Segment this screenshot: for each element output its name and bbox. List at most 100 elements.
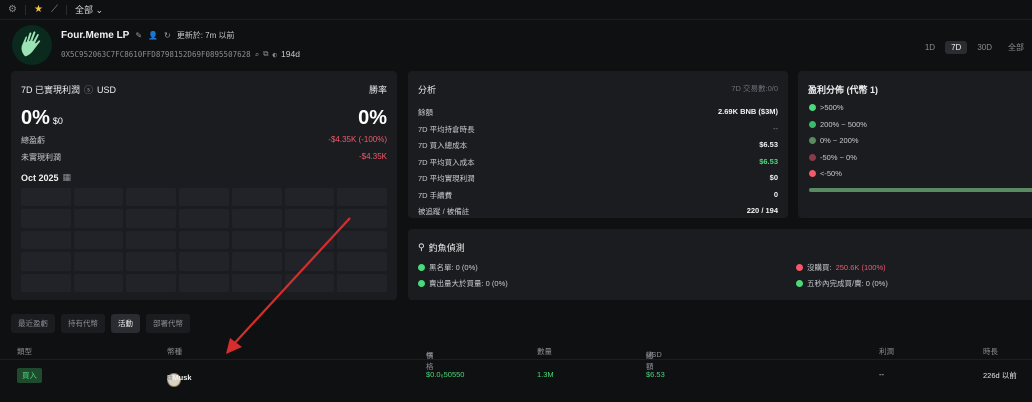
analysis-row-value: 0 — [773, 189, 778, 199]
settings-icon[interactable]: ⚙ — [8, 4, 17, 15]
phishing-item: 賣出量大於買量: 0 (0%) — [418, 278, 508, 289]
win-rate-label: 勝率 — [368, 85, 387, 95]
calendar-cell — [179, 230, 229, 250]
distribution-bar — [809, 188, 1032, 192]
wave-hand-icon — [20, 30, 42, 58]
calendar-cell — [179, 252, 229, 271]
phishing-label: 賣出量大於買量: 0 (0%) — [429, 279, 508, 288]
unrealized-row: 未實現利潤 -$4.35K — [21, 152, 387, 163]
calendar-cell — [126, 209, 177, 228]
calendar-cell — [337, 230, 387, 250]
calendar-cell — [179, 273, 229, 292]
tab-deployed[interactable]: 部署代幣 — [146, 314, 190, 333]
analysis-row-value: 220 / 194 — [746, 206, 778, 215]
distribution-item: -50% ~ 0% — [809, 153, 857, 162]
analysis-row: 7D 平均持倉時長 -- — [418, 124, 778, 135]
period-7d[interactable]: 7D — [945, 41, 968, 54]
total-pnl-row: 總盈虧 -$4.35K (-100%) — [21, 135, 387, 146]
wallet-address: 0X5C952063C7FC8610FFD8798152D69F08955076… — [61, 49, 251, 59]
top-toolbar: ⚙ ★ ⟋ 全部 ⌄ — [0, 0, 1032, 20]
calendar-cell — [337, 188, 387, 207]
phishing-label: 五秒內完成買/賣: 0 (0%) — [807, 279, 888, 288]
user-icon[interactable]: 👤 — [148, 31, 158, 40]
profit-distribution-card: 盈利分佈 (代幣 1) >500% 200% ~ 500% 0% ~ 200% -50… — [798, 71, 1032, 218]
total-pnl-value: -$4.35K (-100%) — [328, 135, 387, 144]
pnl-percent-value: 0% — [21, 107, 50, 129]
calendar-cell — [73, 230, 124, 250]
calendar-cell — [73, 209, 124, 228]
calendar-cell — [337, 252, 387, 271]
table-row[interactable]: 買入 DMusk ⧉ $0.0₆50550 1.3M $6.53 -- 226d… — [0, 364, 1032, 387]
tab-recent-pnl[interactable]: 最近盈虧 — [11, 314, 55, 333]
distribution-item: >500% — [809, 103, 844, 112]
star-icon[interactable]: ★ — [34, 4, 43, 15]
filter-all-dropdown[interactable]: 全部 ⌄ — [75, 3, 103, 16]
calendar-icon[interactable]: ▦ — [63, 172, 72, 183]
calendar-cell — [126, 273, 177, 292]
calendar-cell — [179, 188, 229, 207]
calendar-cell — [337, 273, 387, 292]
analysis-row: 7D 平均買入成本 $6.53 — [418, 157, 778, 168]
copy-icon[interactable]: ⧉ — [167, 373, 172, 383]
edit-icon[interactable]: ✎ — [135, 31, 142, 40]
calendar-cell — [337, 209, 387, 228]
calendar-cell — [284, 209, 335, 228]
pnl-usd-value: $0 — [52, 116, 63, 126]
period-30d[interactable]: 30D — [971, 41, 998, 54]
calendar-cell — [126, 252, 177, 271]
calendar-cell — [231, 252, 282, 271]
legend-dot — [809, 170, 816, 177]
calendar-cell — [21, 273, 71, 292]
currency-swap-icon[interactable]: ⓢ — [646, 350, 654, 361]
total-pnl-label: 總盈虧 — [21, 136, 45, 145]
calendar-cell — [284, 252, 335, 271]
copy-icon[interactable]: ⧉ — [263, 49, 268, 59]
legend-dot — [809, 137, 816, 144]
analysis-row-value: $6.53 — [759, 156, 778, 166]
status-dot — [796, 264, 803, 271]
divider — [65, 4, 67, 15]
currency-toggle-icon[interactable]: ⓢ — [84, 83, 93, 96]
calendar-cell — [126, 230, 177, 250]
wallet-address-row: 0X5C952063C7FC8610FFD8798152D69F08955076… — [61, 49, 300, 59]
distribution-title: 盈利分佈 (代幣 1) — [808, 85, 879, 95]
pnl-card: 7D 已實現利潤 ⓢ USD 勝率 0% $0 0% 總盈虧 -$4.35K (-… — [11, 71, 397, 300]
price-value: $0.0₆50550 — [426, 370, 465, 379]
currency-label[interactable]: USD — [97, 85, 116, 95]
col-profit: 利潤 — [879, 347, 894, 356]
tab-activity[interactable]: 活動 — [111, 314, 140, 333]
tab-holdings[interactable]: 持有代幣 — [61, 314, 105, 333]
status-dot — [418, 280, 425, 287]
period-all[interactable]: 全部 — [1002, 40, 1030, 55]
calendar-cell — [21, 230, 71, 250]
analysis-row-label: 7D 平均實現利潤 — [418, 174, 475, 183]
period-selector: 1D 7D 30D 全部 — [919, 40, 1030, 55]
total-value: $6.53 — [646, 370, 665, 379]
refresh-icon[interactable]: ↻ — [164, 31, 171, 40]
distribution-label: <-50% — [820, 169, 842, 178]
chart-icon[interactable]: ⟋ — [51, 4, 58, 15]
search-icon[interactable]: ⌕ — [255, 50, 260, 59]
col-age: 時長 — [983, 347, 998, 356]
profit-value: -- — [879, 370, 884, 379]
col-token: 幣種 — [167, 347, 182, 356]
tx-count: 7D 交易數:0/0 — [731, 84, 778, 93]
calendar-cell — [179, 209, 229, 228]
phishing-value: 250.6K (100%) — [835, 263, 886, 272]
calendar-cell — [21, 252, 71, 271]
analysis-row: 7D 平均實現利潤 $0 — [418, 173, 778, 184]
calendar-cell — [231, 209, 282, 228]
chevron-down-icon: ⌄ — [95, 5, 104, 15]
amount-value: 1.3M — [537, 370, 554, 379]
phishing-card: ⚲ 釣魚偵測 黑名單: 0 (0%) 沒購買: 250.6K (100%) 賣出量大… — [408, 229, 1032, 300]
analysis-row: 7D 手續費 0 — [418, 190, 778, 201]
divider — [24, 4, 26, 15]
period-1d[interactable]: 1D — [919, 41, 941, 54]
pnl-title: 7D 已實現利潤 — [21, 85, 81, 95]
analysis-row-label: 7D 平均持倉時長 — [418, 124, 475, 134]
swap-icon[interactable]: ⇆ — [426, 350, 432, 359]
distribution-label: 200% ~ 500% — [820, 119, 867, 129]
analysis-row: 餘額 2.69K BNB ($3M) — [418, 107, 778, 118]
hook-icon: ⚲ — [418, 242, 425, 252]
distribution-item: 0% ~ 200% — [809, 136, 859, 145]
